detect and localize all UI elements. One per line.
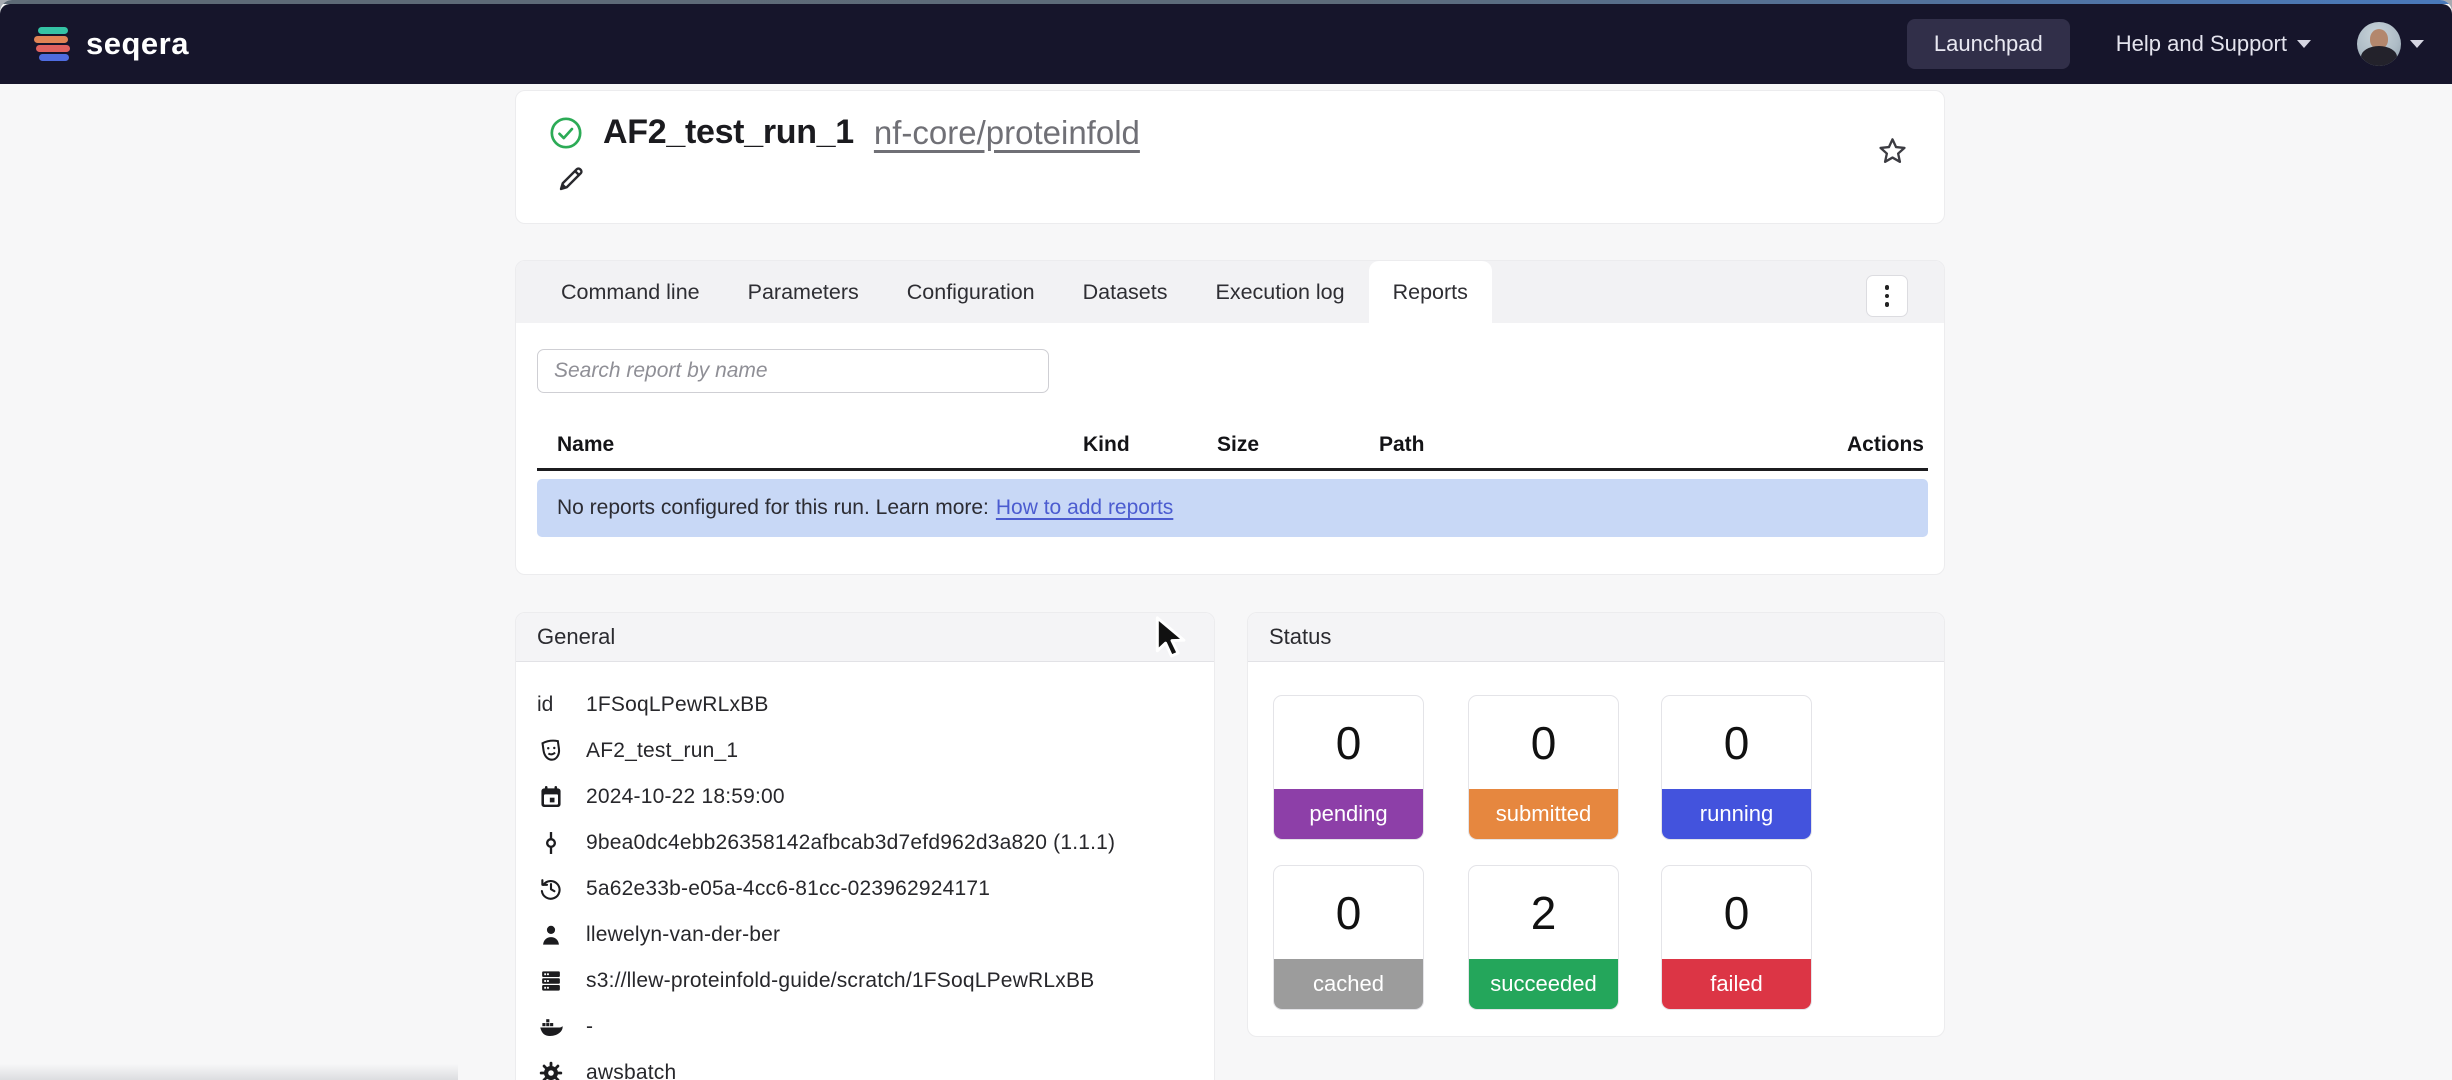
tab-command-line[interactable]: Command line [537, 261, 724, 323]
cached-count: 0 [1274, 866, 1423, 959]
launchpad-button[interactable]: Launchpad [1907, 19, 2070, 69]
username-value: llewelyn-van-der-ber [586, 923, 780, 947]
succeeded-label: succeeded [1469, 959, 1618, 1009]
tab-configuration[interactable]: Configuration [883, 261, 1059, 323]
avatar [2357, 22, 2401, 66]
kebab-menu-icon [1885, 285, 1890, 307]
status-tile-running: 0 running [1661, 695, 1812, 840]
status-tile-succeeded: 2 succeeded [1468, 865, 1619, 1010]
workdir-value: s3://llew-proteinfold-guide/scratch/1FSo… [586, 969, 1094, 993]
search-report-input[interactable] [537, 349, 1049, 393]
succeeded-count: 2 [1469, 866, 1618, 959]
window-bottom-edge [0, 1064, 458, 1080]
gear-icon [537, 1059, 565, 1080]
tab-parameters[interactable]: Parameters [724, 261, 883, 323]
general-row-commit: 9bea0dc4ebb26358142afbcab3d7efd962d3a820… [516, 820, 1214, 866]
star-icon [1876, 135, 1909, 168]
general-row-workdir: s3://llew-proteinfold-guide/scratch/1FSo… [516, 958, 1214, 1004]
pending-label: pending [1274, 789, 1423, 839]
help-and-support-menu[interactable]: Help and Support [2116, 31, 2311, 57]
run-name-value: AF2_test_run_1 [586, 739, 738, 763]
column-kind: Kind [1083, 433, 1217, 457]
status-tile-failed: 0 failed [1661, 865, 1812, 1010]
container-value: - [586, 1015, 593, 1039]
general-row-session: 5a62e33b-e05a-4cc6-81cc-023962924171 [516, 866, 1214, 912]
tab-reports[interactable]: Reports [1369, 261, 1492, 323]
submitted-count: 0 [1469, 696, 1618, 789]
status-section-header: Status [1248, 613, 1944, 662]
how-to-add-reports-link[interactable]: How to add reports [996, 496, 1173, 520]
user-icon [537, 921, 565, 949]
chevron-down-icon [2410, 40, 2424, 48]
running-count: 0 [1662, 696, 1811, 789]
run-id-value: 1FSoqLPewRLxBB [586, 693, 769, 717]
user-menu[interactable] [2357, 22, 2424, 66]
general-row-date: 2024-10-22 18:59:00 [516, 774, 1214, 820]
run-header-card: AF2_test_run_1 nf-core/proteinfold [515, 90, 1945, 224]
app-window: seqera Launchpad Help and Support AF2_te… [0, 0, 2452, 1080]
seqera-logo-icon [34, 24, 72, 64]
failed-count: 0 [1662, 866, 1811, 959]
column-name: Name [537, 433, 1083, 457]
help-and-support-label: Help and Support [2116, 31, 2287, 57]
top-navbar: seqera Launchpad Help and Support [0, 4, 2452, 84]
history-icon [537, 875, 565, 903]
general-row-run-name: AF2_test_run_1 [516, 728, 1214, 774]
session-id-value: 5a62e33b-e05a-4cc6-81cc-023962924171 [586, 877, 990, 901]
seqera-logo[interactable]: seqera [34, 24, 189, 64]
general-row-container: - [516, 1004, 1214, 1050]
column-actions: Actions [1847, 433, 1928, 457]
brand-name: seqera [86, 26, 189, 62]
general-section-header: General [516, 613, 1214, 662]
pencil-icon [556, 164, 586, 194]
no-reports-banner: No reports configured for this run. Lear… [537, 479, 1928, 537]
executor-value: awsbatch [586, 1061, 676, 1080]
status-tile-cached: 0 cached [1273, 865, 1424, 1010]
column-size: Size [1217, 433, 1379, 457]
server-icon [537, 967, 565, 995]
pending-count: 0 [1274, 696, 1423, 789]
calendar-icon [537, 783, 565, 811]
general-card: General id 1FSoqLPewRLxBB [515, 612, 1215, 1080]
no-reports-text: No reports configured for this run. Lear… [557, 496, 989, 520]
general-row-user: llewelyn-van-der-ber [516, 912, 1214, 958]
general-row-executor: awsbatch [516, 1050, 1214, 1080]
favorite-star-button[interactable] [1874, 135, 1910, 171]
run-name-title: AF2_test_run_1 [603, 113, 854, 152]
commit-value: 9bea0dc4ebb26358142afbcab3d7efd962d3a820… [586, 831, 1115, 855]
tab-execution-log[interactable]: Execution log [1192, 261, 1369, 323]
card-options-button[interactable] [1866, 275, 1908, 317]
success-check-icon [549, 116, 583, 150]
general-row-id: id 1FSoqLPewRLxBB [516, 682, 1214, 728]
running-label: running [1662, 789, 1811, 839]
mask-icon [537, 737, 566, 766]
chevron-down-icon [2297, 40, 2311, 48]
edit-run-name-button[interactable] [554, 163, 588, 197]
reports-table-header: Name Kind Size Path Actions [537, 421, 1928, 471]
submitted-label: submitted [1469, 789, 1618, 839]
status-tile-pending: 0 pending [1273, 695, 1424, 840]
tab-strip: Command line Parameters Configuration Da… [516, 261, 1944, 323]
tab-datasets[interactable]: Datasets [1059, 261, 1192, 323]
column-path: Path [1379, 433, 1847, 457]
pipeline-link[interactable]: nf-core/proteinfold [874, 114, 1140, 152]
docker-icon [537, 1013, 565, 1041]
git-commit-icon [537, 829, 565, 857]
failed-label: failed [1662, 959, 1811, 1009]
cached-label: cached [1274, 959, 1423, 1009]
status-card: Status 0 pending 0 submitted 0 running 0… [1247, 612, 1945, 1037]
run-date-value: 2024-10-22 18:59:00 [586, 785, 785, 809]
run-details-card: Command line Parameters Configuration Da… [515, 260, 1945, 575]
status-tile-submitted: 0 submitted [1468, 695, 1619, 840]
id-label: id [537, 693, 571, 717]
